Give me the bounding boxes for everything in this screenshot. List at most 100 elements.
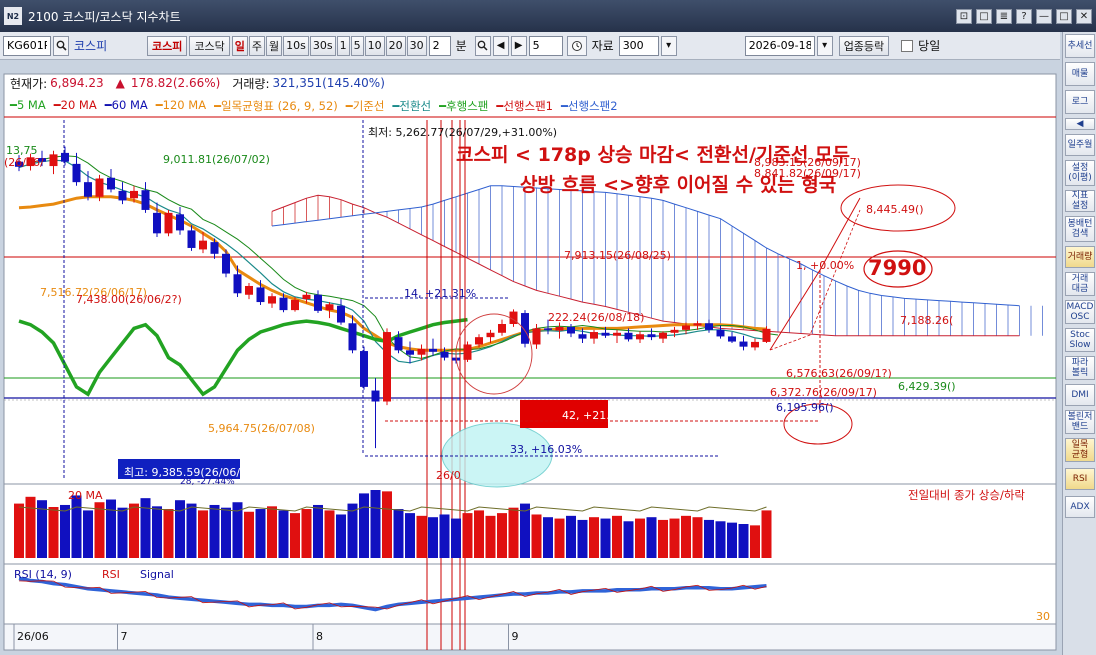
candle-body[interactable] [636, 334, 644, 340]
candle-body[interactable] [348, 323, 357, 351]
candle-body[interactable] [498, 324, 506, 333]
period-button[interactable]: 1 [336, 35, 350, 56]
period-button[interactable]: 일 [231, 35, 248, 56]
sidebar-item[interactable]: 봉배턴 검색 [1065, 216, 1095, 242]
interval-input[interactable] [428, 35, 451, 56]
sidebar-item[interactable]: ADX [1065, 496, 1095, 518]
candle-body[interactable] [187, 230, 196, 248]
legend-item[interactable]: ━기준선 [346, 98, 385, 114]
sidebar-item[interactable]: 설정 (이평) [1065, 160, 1095, 186]
close-icon[interactable]: ✕ [1076, 9, 1092, 24]
candle-body[interactable] [291, 299, 299, 311]
candle-body[interactable] [245, 285, 253, 295]
market-kospi-button[interactable]: 코스피 [147, 35, 188, 56]
chevron-down-icon[interactable]: ▾ [660, 35, 677, 56]
sidebar-item[interactable]: 파라 볼릭 [1065, 356, 1095, 380]
candle-body[interactable] [705, 323, 713, 330]
candle-body[interactable] [394, 337, 403, 351]
scroll-right-icon[interactable]: ▶ [510, 35, 527, 56]
legend-item[interactable]: ━5 MA [10, 98, 46, 114]
candle-body[interactable] [256, 287, 265, 303]
candle-body[interactable] [371, 390, 380, 402]
candle-body[interactable] [532, 328, 541, 345]
candle-body[interactable] [72, 163, 81, 183]
count-input[interactable] [528, 35, 563, 56]
candle-body[interactable] [716, 329, 725, 337]
candle-body[interactable] [383, 332, 391, 402]
candle-body[interactable] [739, 341, 748, 347]
chart-area[interactable]: 26/06 7 8 9 코스피 < 178p 상승 마감< 전환선/기준선 모두 상방 흐… [0, 60, 1060, 655]
sector-button[interactable]: 업종등락 [838, 35, 890, 56]
period-button[interactable]: 월 [266, 35, 283, 56]
date-select[interactable] [744, 35, 815, 56]
price-chart[interactable]: 26/06 7 8 9코스피 < 178p 상승 마감< 전환선/기준선 모두상방 흐… [0, 60, 1060, 655]
sidebar-item[interactable]: MACD OSC [1065, 300, 1095, 324]
candle-body[interactable] [682, 325, 690, 330]
data-count-select[interactable] [618, 35, 659, 56]
candle-body[interactable] [613, 332, 621, 336]
candle-body[interactable] [222, 253, 230, 274]
legend-item[interactable]: ━선행스팬2 [561, 98, 618, 114]
candle-body[interactable] [521, 313, 529, 344]
candle-body[interactable] [176, 214, 184, 231]
candle-body[interactable] [693, 323, 702, 326]
help-icon[interactable]: ? [1016, 9, 1032, 24]
candle-body[interactable] [337, 305, 345, 323]
candle-body[interactable] [601, 332, 610, 336]
candle-body[interactable] [233, 274, 242, 294]
candle-body[interactable] [130, 190, 138, 199]
candle-body[interactable] [567, 326, 575, 334]
candle-body[interactable] [486, 332, 495, 338]
chevron-down-icon[interactable]: ▾ [816, 35, 833, 56]
candle-body[interactable] [751, 341, 759, 348]
period-button[interactable]: 10 [364, 35, 385, 56]
sidebar-item[interactable]: 추세선 [1065, 34, 1095, 58]
sidebar-item[interactable]: RSI [1065, 468, 1095, 490]
sidebar-item[interactable]: 로그 [1065, 90, 1095, 114]
candle-body[interactable] [164, 212, 173, 234]
candle-body[interactable] [578, 334, 587, 339]
sidebar-item[interactable]: 볼린저 밴드 [1065, 410, 1095, 434]
sidebar-item[interactable]: DMI [1065, 384, 1095, 406]
sidebar-item[interactable]: 일목 균형 [1065, 438, 1095, 462]
market-kosdaq-button[interactable]: 코스닥 [189, 35, 230, 56]
candle-body[interactable] [624, 332, 633, 340]
sidebar-item[interactable]: Stoc Slow [1065, 328, 1095, 352]
legend-item[interactable]: ━120 MA [156, 98, 206, 114]
today-checkbox[interactable] [901, 39, 914, 52]
magnifier-icon[interactable] [53, 35, 69, 56]
candle-body[interactable] [325, 304, 334, 311]
sidebar-item[interactable]: 매물 [1065, 62, 1095, 86]
candle-body[interactable] [279, 297, 288, 311]
candle-body[interactable] [762, 328, 771, 342]
legend-item[interactable]: ━후행스팬 [439, 98, 488, 114]
period-button[interactable]: 30s [309, 35, 336, 56]
sidebar-item[interactable]: 거래 대금 [1065, 272, 1095, 296]
candle-body[interactable] [555, 326, 564, 331]
legend-item[interactable]: ━20 MA [54, 98, 97, 114]
candle-body[interactable] [647, 334, 656, 338]
period-button[interactable]: 20 [385, 35, 406, 56]
legend-item[interactable]: ━60 MA [105, 98, 148, 114]
candle-body[interactable] [475, 337, 483, 345]
candle-body[interactable] [141, 190, 150, 210]
candle-body[interactable] [659, 332, 667, 339]
candle-body[interactable] [544, 328, 552, 330]
candle-body[interactable] [302, 294, 311, 300]
legend-item[interactable]: ━선행스팬1 [496, 98, 553, 114]
candle-body[interactable] [440, 351, 449, 358]
clock-icon[interactable] [566, 35, 587, 56]
restore-icon[interactable]: □ [976, 9, 992, 24]
sidebar-item[interactable]: ◀ [1065, 118, 1095, 130]
period-button[interactable]: 30 [406, 35, 427, 56]
candle-body[interactable] [670, 329, 679, 333]
scroll-left-icon[interactable]: ◀ [492, 35, 509, 56]
candle-body[interactable] [463, 344, 472, 360]
candle-body[interactable] [153, 212, 161, 234]
candle-body[interactable] [84, 182, 92, 197]
candle-body[interactable] [107, 177, 115, 190]
settings-icon[interactable]: ≣ [996, 9, 1012, 24]
candle-body[interactable] [417, 348, 426, 355]
candle-body[interactable] [360, 351, 368, 387]
sidebar-item[interactable]: 거래량 [1065, 246, 1095, 268]
